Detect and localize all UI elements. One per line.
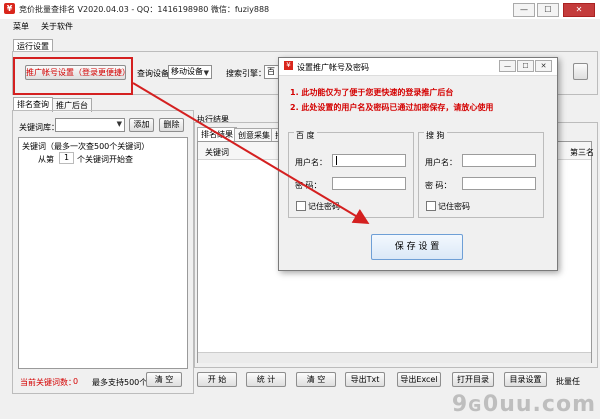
annotation-arrow bbox=[132, 82, 370, 225]
main-window: ¥ 竞价批量查排名 V2020.04.03 - QQ：1416198980 微信… bbox=[0, 0, 600, 419]
watermark: 9ɢ0uu.com bbox=[451, 392, 596, 417]
